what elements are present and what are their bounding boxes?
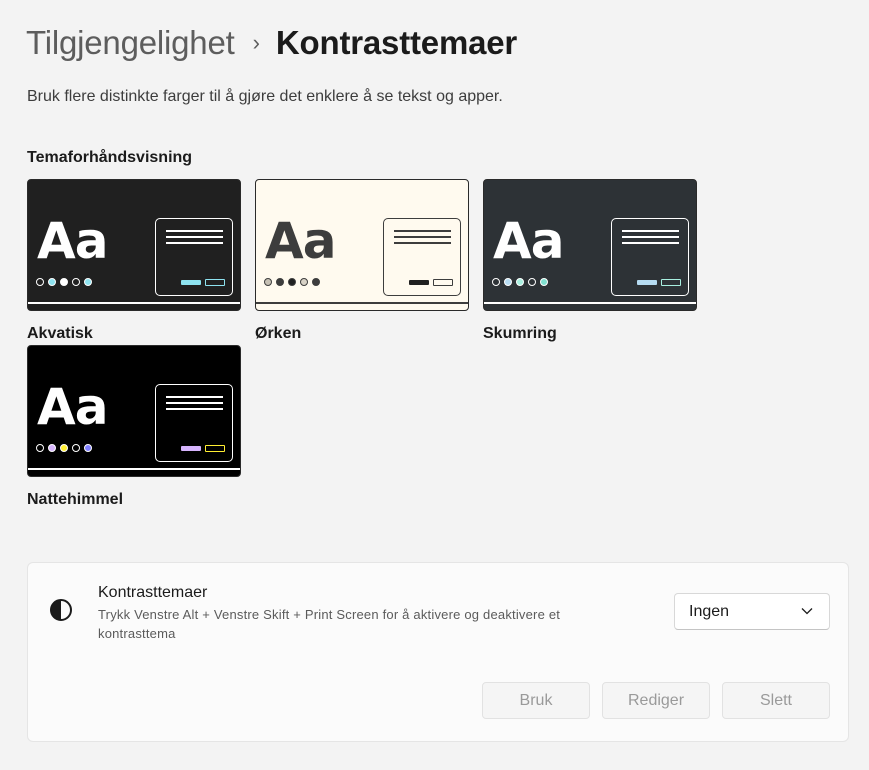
theme-sample-text: Aa: [37, 212, 108, 270]
window-preview: [155, 384, 233, 462]
color-swatch: [300, 278, 308, 286]
theme-sample-text: Aa: [493, 212, 564, 270]
theme-color-swatches: [36, 278, 92, 286]
button-preview-outline: [205, 279, 225, 286]
theme-label: Nattehimmel: [27, 491, 124, 508]
baseline-divider: [28, 302, 240, 304]
window-preview: [155, 218, 233, 296]
text-line: [166, 408, 223, 410]
theme-label: Skumring: [483, 325, 557, 342]
contrast-icon: [50, 599, 72, 621]
setting-description: Trykk Venstre Alt + Venstre Skift + Prin…: [98, 607, 561, 641]
setting-title: Kontrasttemaer: [98, 584, 208, 601]
text-line: [622, 230, 679, 232]
color-swatch: [36, 444, 44, 452]
color-swatch: [516, 278, 524, 286]
contrast-theme-dropdown[interactable]: Ingen: [674, 593, 830, 630]
color-swatch: [288, 278, 296, 286]
color-swatch: [60, 278, 68, 286]
baseline-divider: [28, 468, 240, 470]
text-line: [394, 230, 451, 232]
contrast-themes-panel: Kontrasttemaer Trykk Venstre Alt + Venst…: [27, 562, 849, 742]
theme-color-swatches: [36, 444, 92, 452]
theme-label: Ørken: [255, 325, 302, 342]
button-preview-filled: [181, 280, 201, 285]
color-swatch: [276, 278, 284, 286]
theme-preview-card[interactable]: Aa: [255, 179, 469, 311]
color-swatch: [48, 278, 56, 286]
theme-preview-card[interactable]: Aa: [483, 179, 697, 311]
color-swatch: [264, 278, 272, 286]
color-swatch: [528, 278, 536, 286]
button-preview-filled: [181, 446, 201, 451]
page-subtitle: Bruk flere distinkte farger til å gjøre …: [27, 88, 503, 105]
theme-preview-heading: Temaforhåndsvisning: [27, 149, 193, 166]
baseline-divider: [256, 302, 468, 304]
button-preview-outline: [205, 445, 225, 452]
button-preview-outline: [433, 279, 453, 286]
theme-sample-text: Aa: [265, 212, 336, 270]
button-preview-filled: [409, 280, 429, 285]
text-line: [166, 242, 223, 244]
theme-label: Akvatisk: [27, 325, 93, 342]
window-preview: [383, 218, 461, 296]
page-title: Kontrasttemaer: [275, 24, 518, 61]
color-swatch: [84, 444, 92, 452]
theme-preview-card[interactable]: Aa: [27, 179, 241, 311]
color-swatch: [36, 278, 44, 286]
chevron-down-icon: [801, 608, 813, 615]
color-swatch: [504, 278, 512, 286]
window-preview: [611, 218, 689, 296]
theme-color-swatches: [492, 278, 548, 286]
text-line: [622, 236, 679, 238]
breadcrumb: Tilgjengelighet › Kontrasttemaer: [26, 22, 517, 64]
text-line: [166, 236, 223, 238]
color-swatch: [84, 278, 92, 286]
theme-option-aquatic[interactable]: Aa Akvatisk: [27, 179, 241, 343]
theme-option-dusk[interactable]: Aa Skumring: [483, 179, 697, 343]
button-preview-outline: [661, 279, 681, 286]
color-swatch: [492, 278, 500, 286]
edit-button[interactable]: Rediger: [602, 682, 710, 719]
delete-button[interactable]: Slett: [722, 682, 830, 719]
theme-option-desert[interactable]: Aa Ørken: [255, 179, 469, 343]
color-swatch: [312, 278, 320, 286]
text-line: [166, 396, 223, 398]
text-line: [166, 230, 223, 232]
apply-button[interactable]: Bruk: [482, 682, 590, 719]
theme-preview-card[interactable]: Aa: [27, 345, 241, 477]
theme-color-swatches: [264, 278, 320, 286]
dropdown-selected-value: Ingen: [689, 602, 730, 620]
breadcrumb-parent-link[interactable]: Tilgjengelighet: [26, 24, 235, 62]
text-line: [394, 242, 451, 244]
theme-sample-text: Aa: [37, 378, 108, 436]
color-swatch: [540, 278, 548, 286]
color-swatch: [72, 278, 80, 286]
text-line: [394, 236, 451, 238]
color-swatch: [48, 444, 56, 452]
button-preview-filled: [637, 280, 657, 285]
baseline-divider: [484, 302, 696, 304]
chevron-right-icon: ›: [252, 30, 260, 55]
text-line: [622, 242, 679, 244]
color-swatch: [60, 444, 68, 452]
theme-option-night-sky[interactable]: Aa Nattehimmel: [27, 345, 241, 509]
color-swatch: [72, 444, 80, 452]
text-line: [166, 402, 223, 404]
